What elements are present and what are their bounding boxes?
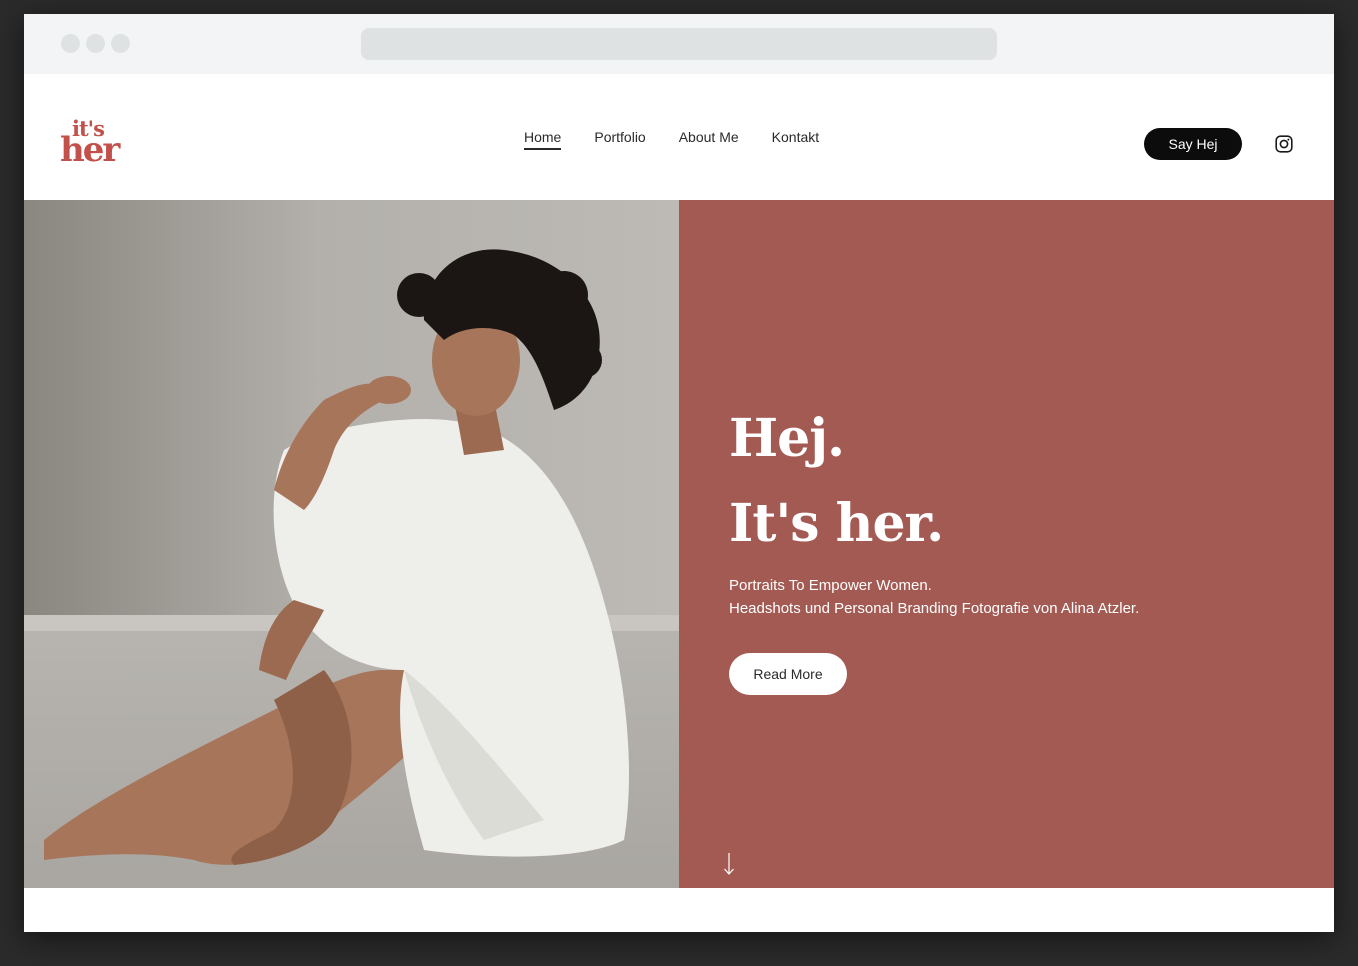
say-hej-button[interactable]: Say Hej [1144,128,1242,160]
arrow-down-icon[interactable] [723,852,735,876]
nav-item-home[interactable]: Home [524,125,562,150]
hero-photo [24,200,679,888]
hero-subtitle-line2: Headshots und Personal Branding Fotograf… [729,600,1140,617]
site-logo[interactable]: it's her [60,118,130,168]
window-close-dot[interactable] [61,34,80,53]
hero-subtitle-line1: Portraits To Empower Women. [729,577,932,594]
hero-section: Hej. It's her. Portraits To Empower Wome… [24,200,1334,888]
read-more-button[interactable]: Read More [729,653,847,695]
browser-window: it's her Home Portfolio About Me Kontakt… [24,14,1334,932]
window-maximize-dot[interactable] [111,34,130,53]
portrait-illustration [24,200,679,888]
instagram-icon[interactable] [1275,135,1293,153]
hero-heading-line2: It's her. [729,493,944,554]
hero-heading-line1: Hej. [729,408,845,469]
site-header: it's her Home Portfolio About Me Kontakt… [24,74,1334,200]
main-navigation: Home Portfolio About Me Kontakt [524,74,819,200]
hero-text-panel: Hej. It's her. Portraits To Empower Wome… [679,200,1334,888]
window-minimize-dot[interactable] [86,34,105,53]
address-bar[interactable] [361,28,997,60]
nav-item-about-me[interactable]: About Me [679,125,739,150]
nav-item-portfolio[interactable]: Portfolio [594,125,645,150]
logo-bottom-text: her [60,130,120,170]
browser-toolbar [24,14,1334,74]
nav-item-kontakt[interactable]: Kontakt [772,125,819,150]
